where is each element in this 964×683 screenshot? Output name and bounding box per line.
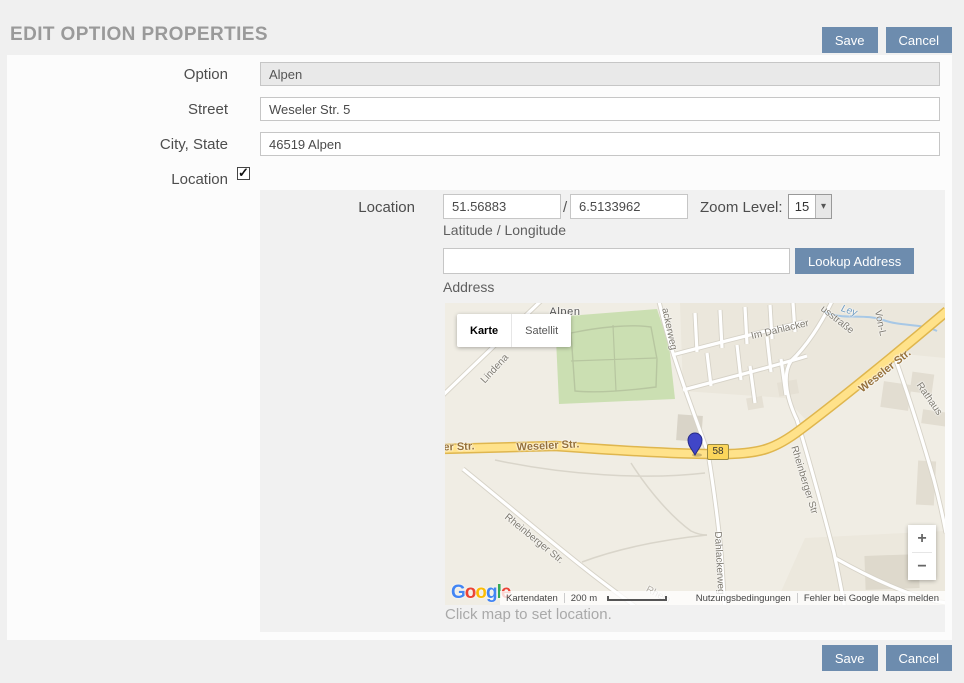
lookup-address-button[interactable]: Lookup Address: [795, 248, 914, 274]
checkmark-icon: ✓: [238, 165, 249, 181]
map-attribution-bar: Kartendaten 200 m Nutzungsbedingungen Fe…: [500, 591, 945, 605]
location-section: Location / Zoom Level: 15 ▾ Latitude / L…: [260, 190, 945, 632]
city-state-label: City, State: [7, 136, 228, 153]
map-type-satellit-button[interactable]: Satellit: [512, 314, 571, 347]
map-zoom-control: + −: [908, 525, 936, 580]
logo-letter: o: [465, 582, 476, 603]
scale-bar: [607, 596, 667, 601]
cancel-button[interactable]: Cancel: [886, 27, 952, 53]
street-label: Street: [7, 101, 228, 118]
map-type-karte-button[interactable]: Karte: [457, 314, 511, 347]
save-button[interactable]: Save: [822, 27, 878, 53]
edit-option-properties-page: EDIT OPTION PROPERTIES Save Cancel Optio…: [0, 0, 964, 683]
logo-letter: G: [451, 582, 465, 603]
map-canvas: [445, 303, 945, 605]
logo-letter: o: [475, 582, 486, 603]
street-label-er-str: er Str.: [445, 440, 475, 453]
zoom-level-select[interactable]: 15 ▾: [788, 194, 832, 219]
edit-form-panel: Option Street City, State Location ✓ Loc…: [7, 55, 952, 640]
route-badge-58: 58: [707, 444, 729, 460]
chevron-down-icon: ▾: [815, 195, 831, 218]
zoom-out-button[interactable]: −: [908, 553, 936, 580]
location-label: Location: [7, 171, 228, 188]
page-title: EDIT OPTION PROPERTIES: [10, 24, 268, 46]
option-label: Option: [7, 66, 228, 83]
location-checkbox[interactable]: ✓: [237, 167, 250, 180]
terms-link[interactable]: Nutzungsbedingungen: [690, 593, 797, 604]
option-input: [260, 62, 940, 86]
google-map[interactable]: Lindena Alpen ackerweg Im Dahlacker usst…: [445, 303, 945, 605]
map-data-label: Kartendaten: [500, 593, 564, 604]
inner-location-label: Location: [260, 199, 415, 216]
logo-letter: g: [486, 582, 497, 603]
footer-save-button[interactable]: Save: [822, 645, 878, 671]
longitude-input[interactable]: [570, 194, 688, 219]
latlng-separator: /: [563, 199, 567, 216]
marker-shadow: [692, 453, 702, 457]
header-buttons: Save Cancel: [822, 27, 952, 53]
footer-cancel-button[interactable]: Cancel: [886, 645, 952, 671]
zoom-level-value: 15: [789, 195, 815, 218]
zoom-in-button[interactable]: +: [908, 525, 936, 552]
address-helper: Address: [443, 279, 494, 295]
footer-buttons: Save Cancel: [822, 645, 952, 671]
street-input[interactable]: [260, 97, 940, 121]
report-error-link[interactable]: Fehler bei Google Maps melden: [798, 593, 945, 604]
scale-label: 200 m: [565, 593, 603, 604]
map-type-control: Karte Satellit: [457, 314, 571, 347]
city-state-input[interactable]: [260, 132, 940, 156]
map-hint-text: Click map to set location.: [445, 606, 612, 623]
zoom-level-label: Zoom Level:: [700, 199, 783, 216]
address-input[interactable]: [443, 248, 790, 274]
latitude-input[interactable]: [443, 194, 561, 219]
latlng-helper: Latitude / Longitude: [443, 222, 566, 238]
